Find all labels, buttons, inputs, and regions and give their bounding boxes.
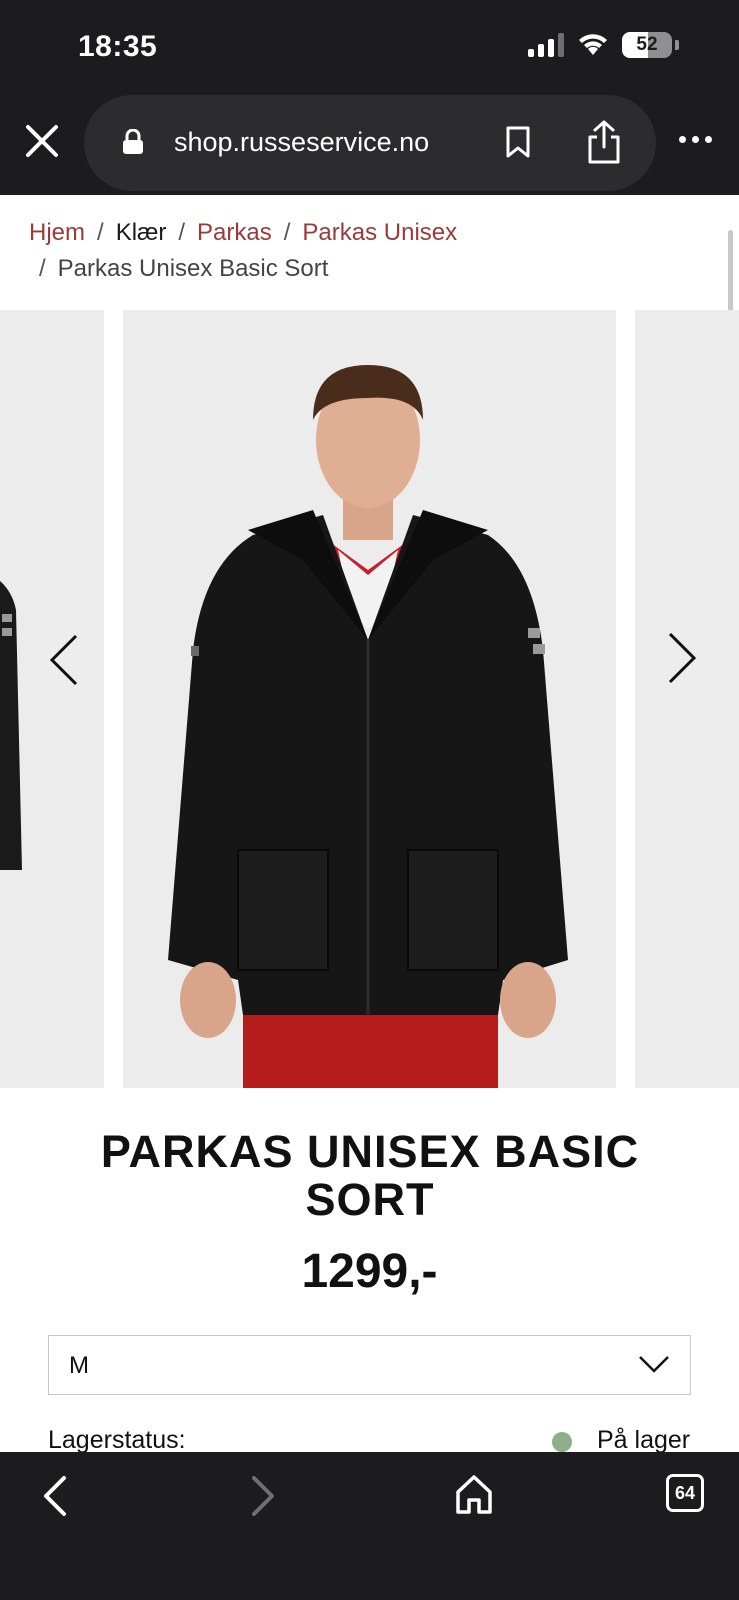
status-bar: 18:35 52 xyxy=(0,0,739,95)
product-image xyxy=(168,365,568,1088)
stock-status-dot xyxy=(552,1432,572,1452)
product-gallery xyxy=(0,310,739,1088)
back-icon[interactable] xyxy=(40,1474,68,1518)
gallery-slide-previous[interactable] xyxy=(0,310,104,1088)
browser-bottom-bar: 64 xyxy=(0,1452,739,1600)
gallery-slide-next[interactable] xyxy=(635,310,739,1088)
close-icon[interactable] xyxy=(22,121,62,161)
chevron-left-icon[interactable] xyxy=(46,632,82,688)
product-price: 1299,- xyxy=(301,1245,438,1298)
url-text: shop.russeservice.no xyxy=(174,127,430,157)
breadcrumb-separator: / xyxy=(39,255,46,282)
more-icon[interactable] xyxy=(679,129,715,149)
breadcrumb-parkas-unisex[interactable]: Parkas Unisex xyxy=(302,219,457,246)
share-icon[interactable] xyxy=(584,119,624,165)
tabs-button[interactable]: 64 xyxy=(666,1474,704,1512)
battery-icon: 52 xyxy=(622,32,672,58)
address-bar[interactable]: shop.russeservice.no xyxy=(84,95,656,191)
browser-toolbar: shop.russeservice.no xyxy=(0,95,739,195)
size-select[interactable]: M xyxy=(48,1335,691,1395)
size-select-value: M xyxy=(69,1352,89,1379)
product-title: PARKAS UNISEX BASIC SORT xyxy=(60,1128,680,1224)
gallery-slide-current[interactable] xyxy=(123,310,616,1088)
stock-value: På lager xyxy=(597,1426,691,1454)
status-time: 18:35 xyxy=(78,30,158,63)
home-icon[interactable] xyxy=(454,1472,494,1516)
status-icons: 52 xyxy=(528,32,679,58)
lock-icon xyxy=(123,129,143,154)
bookmark-icon[interactable] xyxy=(504,125,532,159)
wifi-icon xyxy=(579,34,607,55)
breadcrumb-current: Parkas Unisex Basic Sort xyxy=(57,255,329,282)
breadcrumb-home[interactable]: Hjem xyxy=(29,219,85,246)
product-title-line1: PARKAS UNISEX BASIC xyxy=(100,1126,640,1177)
chevron-right-icon[interactable] xyxy=(664,630,700,686)
breadcrumb-parkas[interactable]: Parkas xyxy=(197,219,272,246)
breadcrumb-separator: / xyxy=(97,219,104,246)
breadcrumb: Hjem / Klær / Parkas / Parkas Unisex / Parkas U… xyxy=(29,215,709,287)
product-image-previous xyxy=(0,581,22,870)
product-title-line2: SORT xyxy=(305,1174,435,1225)
chevron-down-icon xyxy=(639,1356,669,1373)
tab-count: 64 xyxy=(674,1482,696,1503)
stock-label: Lagerstatus: xyxy=(48,1426,186,1454)
forward-icon[interactable] xyxy=(250,1474,278,1518)
breadcrumb-separator: / xyxy=(178,219,186,246)
breadcrumb-separator: / xyxy=(283,219,291,246)
battery-level: 52 xyxy=(636,34,658,55)
battery-tip xyxy=(675,40,679,50)
cellular-signal-icon xyxy=(528,33,564,57)
breadcrumb-klaer[interactable]: Klær xyxy=(116,219,167,246)
